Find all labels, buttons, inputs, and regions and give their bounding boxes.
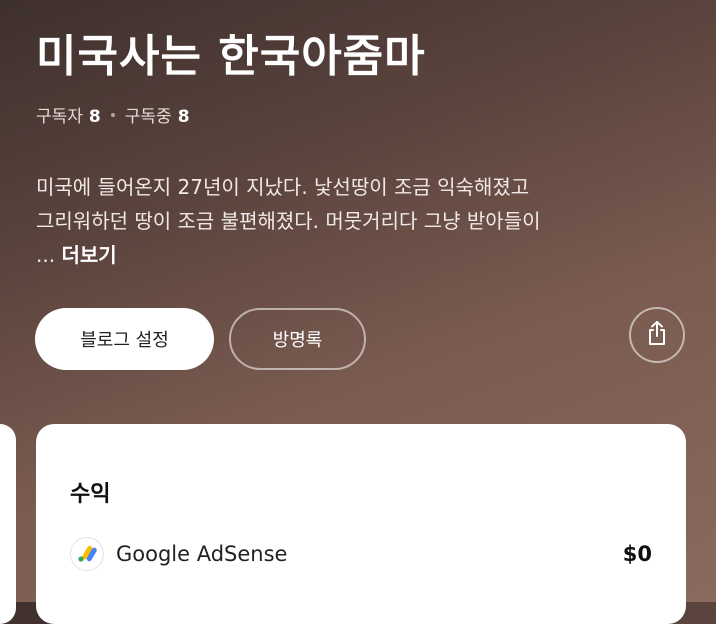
- adsense-label: Google AdSense: [116, 542, 288, 566]
- subscribers-link[interactable]: 구독자 8: [36, 102, 101, 127]
- description-line-2: 그리워하던 땅이 조금 불편해졌다. 머뭇거리다 그냥 받아들이: [36, 209, 541, 233]
- share-button[interactable]: [629, 307, 685, 363]
- blog-settings-button[interactable]: 블로그 설정: [35, 308, 214, 370]
- blog-description: 미국에 들어온지 27년이 지났다. 낯선땅이 조금 익숙해졌고 그리워하던 땅…: [36, 170, 636, 272]
- description-line-1: 미국에 들어온지 27년이 지났다. 낯선땅이 조금 익숙해졌고: [36, 175, 530, 199]
- revenue-title: 수익: [70, 482, 111, 507]
- adsense-value: $0: [622, 542, 652, 566]
- previous-card-edge[interactable]: [0, 424, 16, 624]
- subscribing-count: 8: [177, 107, 190, 127]
- guestbook-button[interactable]: 방명록: [229, 308, 366, 370]
- adsense-row[interactable]: Google AdSense $0: [70, 536, 652, 572]
- subscribers-count: 8: [88, 107, 101, 127]
- revenue-card: 수익 Google AdSense $0: [36, 424, 686, 624]
- share-icon: [645, 320, 669, 350]
- subscribing-label: 구독중: [124, 107, 172, 127]
- description-line-3: ... 더보기: [36, 238, 636, 272]
- subscribers-label: 구독자: [36, 107, 83, 127]
- separator-dot: [110, 112, 115, 117]
- blog-stats: 구독자 8 구독중 8: [36, 102, 190, 127]
- subscribing-link[interactable]: 구독중 8: [125, 102, 190, 127]
- description-ellipsis: ...: [36, 243, 56, 267]
- blog-title: 미국사는 한국아줌마: [36, 31, 426, 82]
- google-adsense-icon: [70, 537, 104, 571]
- more-link[interactable]: 더보기: [61, 243, 116, 267]
